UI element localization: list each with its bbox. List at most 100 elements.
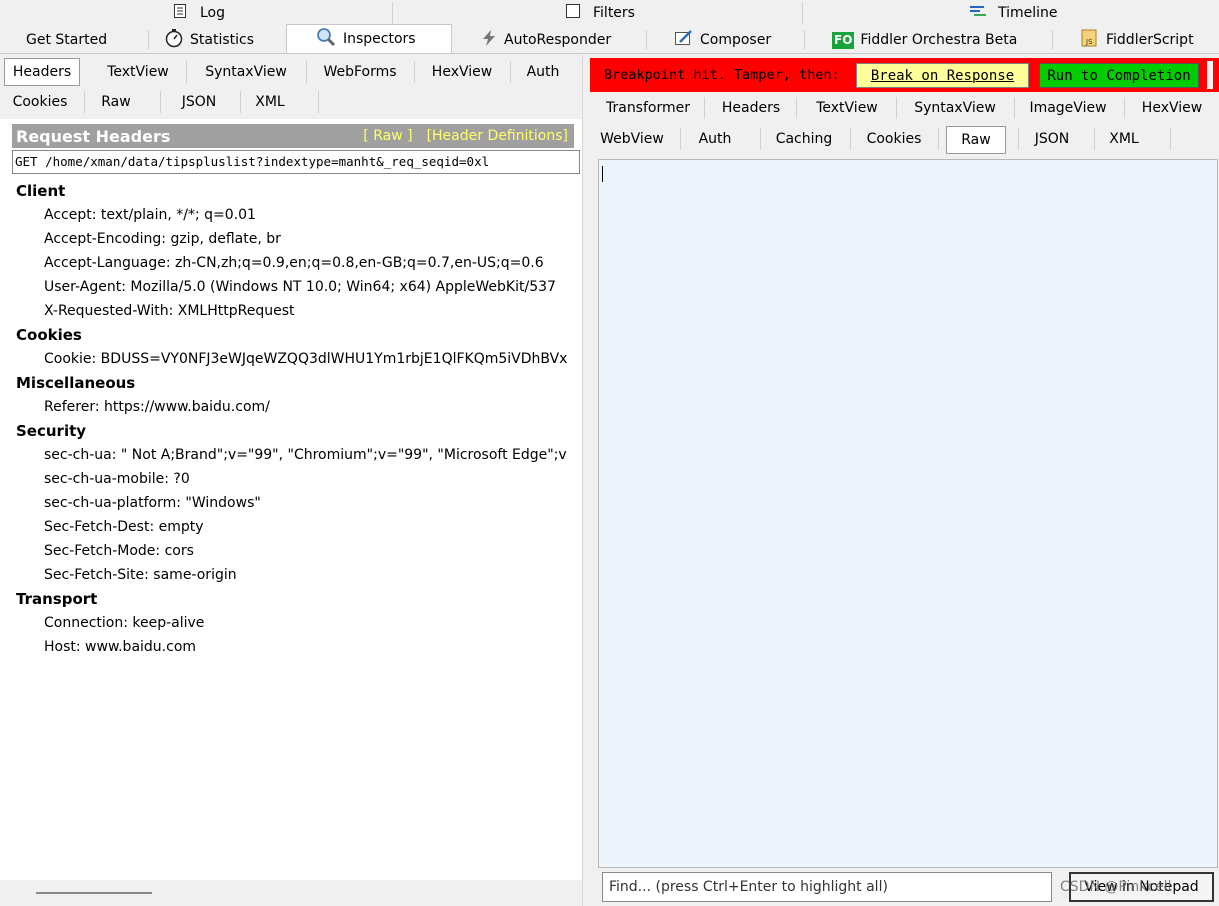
script-js-icon: JS bbox=[1080, 28, 1100, 52]
break-on-response-button[interactable]: Break on Response bbox=[856, 63, 1029, 88]
response-tabs-row2: WebView Auth Caching Cookies Raw JSON XM… bbox=[590, 124, 1219, 156]
divider bbox=[392, 2, 393, 24]
divider bbox=[896, 97, 897, 119]
req-tab-hexview[interactable]: HexView bbox=[422, 58, 502, 86]
divider bbox=[850, 128, 851, 150]
resp-tab-transformer[interactable]: Transformer bbox=[594, 94, 702, 122]
header-row[interactable]: Accept-Language: zh-CN,zh;q=0.9,en;q=0.8… bbox=[16, 251, 582, 275]
req-tab-headers[interactable]: Headers bbox=[4, 58, 80, 86]
tab-get-started[interactable]: Get Started bbox=[26, 26, 107, 54]
header-row[interactable]: Referer: https://www.baidu.com/ bbox=[16, 395, 582, 419]
divider bbox=[1124, 97, 1125, 119]
raw-response-editor[interactable] bbox=[598, 159, 1218, 868]
header-row[interactable]: Host: www.baidu.com bbox=[16, 635, 582, 659]
resp-tab-cookies[interactable]: Cookies bbox=[858, 125, 930, 153]
headers-tree: Client Accept: text/plain, */*; q=0.01 A… bbox=[16, 179, 582, 659]
req-tab-syntaxview[interactable]: SyntaxView bbox=[194, 58, 298, 86]
resp-tab-imageview[interactable]: ImageView bbox=[1022, 94, 1114, 122]
resp-tab-auth[interactable]: Auth bbox=[688, 125, 742, 153]
header-row[interactable]: X-Requested-With: XMLHttpRequest bbox=[16, 299, 582, 323]
divider bbox=[318, 91, 319, 113]
resp-tab-textview[interactable]: TextView bbox=[804, 94, 890, 122]
resp-tab-hexview-label: HexView bbox=[1141, 100, 1203, 116]
resp-tab-xml[interactable]: XML bbox=[1102, 125, 1146, 153]
find-input[interactable]: Find... (press Ctrl+Enter to highlight a… bbox=[602, 872, 1052, 902]
divider bbox=[680, 128, 681, 150]
scrollbar-thumb[interactable] bbox=[36, 892, 152, 894]
response-inspector-pane: Breakpoint hit. Tamper, then: Break on R… bbox=[590, 55, 1219, 906]
tab-autoresponder-label: AutoResponder bbox=[504, 32, 612, 48]
header-row[interactable]: Sec-Fetch-Dest: empty bbox=[16, 515, 582, 539]
tab-statistics[interactable]: Statistics bbox=[164, 26, 254, 54]
req-tab-json[interactable]: JSON bbox=[168, 88, 230, 116]
tab-composer-label: Composer bbox=[700, 32, 772, 48]
req-tab-textview-label: TextView bbox=[107, 64, 169, 80]
tab-timeline[interactable]: Timeline bbox=[968, 0, 1058, 26]
watermark: CSDN @Pinkcell bbox=[1060, 879, 1172, 895]
break-on-response-label: Break on Response bbox=[870, 67, 1015, 84]
resp-tab-json[interactable]: JSON bbox=[1026, 125, 1078, 153]
header-row[interactable]: sec-ch-ua-platform: "Windows" bbox=[16, 491, 582, 515]
resp-tab-hexview[interactable]: HexView bbox=[1132, 94, 1212, 122]
resp-tab-xml-label: XML bbox=[1109, 131, 1139, 147]
req-tab-headers-label: Headers bbox=[12, 64, 72, 80]
req-tab-cookies[interactable]: Cookies bbox=[4, 88, 76, 116]
header-row[interactable]: Sec-Fetch-Site: same-origin bbox=[16, 563, 582, 587]
divider bbox=[1014, 97, 1015, 119]
req-tab-webforms-label: WebForms bbox=[323, 64, 397, 80]
tab-timeline-label: Timeline bbox=[998, 5, 1058, 21]
tab-filters[interactable]: Filters bbox=[565, 0, 635, 26]
divider bbox=[1094, 128, 1095, 150]
tab-inspectors[interactable]: Inspectors bbox=[286, 24, 452, 53]
header-definitions-link[interactable]: [Header Definitions] bbox=[427, 128, 568, 144]
response-tabs-row1: Transformer Headers TextView SyntaxView … bbox=[590, 93, 1219, 125]
magnifier-icon bbox=[315, 27, 337, 51]
header-row[interactable]: Accept: text/plain, */*; q=0.01 bbox=[16, 203, 582, 227]
header-row[interactable]: Cookie: BDUSS=VY0NFJ3eWJqeWZQQ3dlWHU1Ym1… bbox=[16, 347, 582, 371]
divider bbox=[704, 97, 705, 119]
group-cookies[interactable]: Cookies bbox=[16, 323, 582, 347]
group-miscellaneous[interactable]: Miscellaneous bbox=[16, 371, 582, 395]
req-tab-webforms[interactable]: WebForms bbox=[314, 58, 406, 86]
tab-autoresponder[interactable]: AutoResponder bbox=[480, 26, 611, 54]
resp-tab-raw-label: Raw bbox=[961, 132, 991, 148]
tab-inspectors-label: Inspectors bbox=[343, 31, 416, 47]
resp-tab-headers-label: Headers bbox=[721, 100, 781, 116]
req-tab-auth[interactable]: Auth bbox=[518, 58, 568, 86]
log-icon bbox=[172, 3, 188, 23]
req-tab-raw[interactable]: Raw bbox=[92, 88, 140, 116]
req-tab-raw-label: Raw bbox=[101, 94, 131, 110]
request-line[interactable]: GET /home/xman/data/tipspluslist?indexty… bbox=[12, 150, 580, 174]
header-row[interactable]: Connection: keep-alive bbox=[16, 611, 582, 635]
resp-tab-webview[interactable]: WebView bbox=[594, 125, 670, 153]
tab-fiddler-orchestra-label: Fiddler Orchestra Beta bbox=[860, 32, 1018, 48]
resp-tab-headers[interactable]: Headers bbox=[712, 94, 790, 122]
pane-splitter[interactable] bbox=[582, 55, 590, 906]
tab-log[interactable]: Log bbox=[172, 0, 225, 26]
group-security[interactable]: Security bbox=[16, 419, 582, 443]
header-row[interactable]: sec-ch-ua: " Not A;Brand";v="99", "Chrom… bbox=[16, 443, 582, 467]
request-headers-titlebar: Request Headers [ Raw ] [Header Definiti… bbox=[12, 124, 574, 148]
resp-tab-raw[interactable]: Raw bbox=[946, 126, 1006, 154]
run-to-completion-button[interactable]: Run to Completion bbox=[1039, 63, 1199, 88]
header-row[interactable]: User-Agent: Mozilla/5.0 (Windows NT 10.0… bbox=[16, 275, 582, 299]
tab-fiddler-orchestra[interactable]: FO Fiddler Orchestra Beta bbox=[832, 26, 1017, 54]
group-client[interactable]: Client bbox=[16, 179, 582, 203]
header-row[interactable]: sec-ch-ua-mobile: ?0 bbox=[16, 467, 582, 491]
req-tab-xml[interactable]: XML bbox=[248, 88, 292, 116]
tab-log-label: Log bbox=[200, 5, 226, 21]
horizontal-scrollbar[interactable] bbox=[0, 880, 582, 906]
lightning-icon bbox=[480, 29, 498, 51]
req-tab-textview[interactable]: TextView bbox=[92, 58, 184, 86]
resp-tab-json-label: JSON bbox=[1034, 131, 1070, 147]
tab-fiddlerscript[interactable]: JS FiddlerScript bbox=[1080, 26, 1194, 54]
raw-link[interactable]: [ Raw ] bbox=[363, 128, 412, 144]
resp-tab-caching[interactable]: Caching bbox=[768, 125, 840, 153]
header-row[interactable]: Sec-Fetch-Mode: cors bbox=[16, 539, 582, 563]
divider bbox=[646, 30, 647, 50]
header-row[interactable]: Accept-Encoding: gzip, deflate, br bbox=[16, 227, 582, 251]
group-transport[interactable]: Transport bbox=[16, 587, 582, 611]
resp-tab-syntaxview[interactable]: SyntaxView bbox=[904, 94, 1006, 122]
divider bbox=[84, 91, 85, 113]
tab-composer[interactable]: Composer bbox=[674, 26, 771, 54]
